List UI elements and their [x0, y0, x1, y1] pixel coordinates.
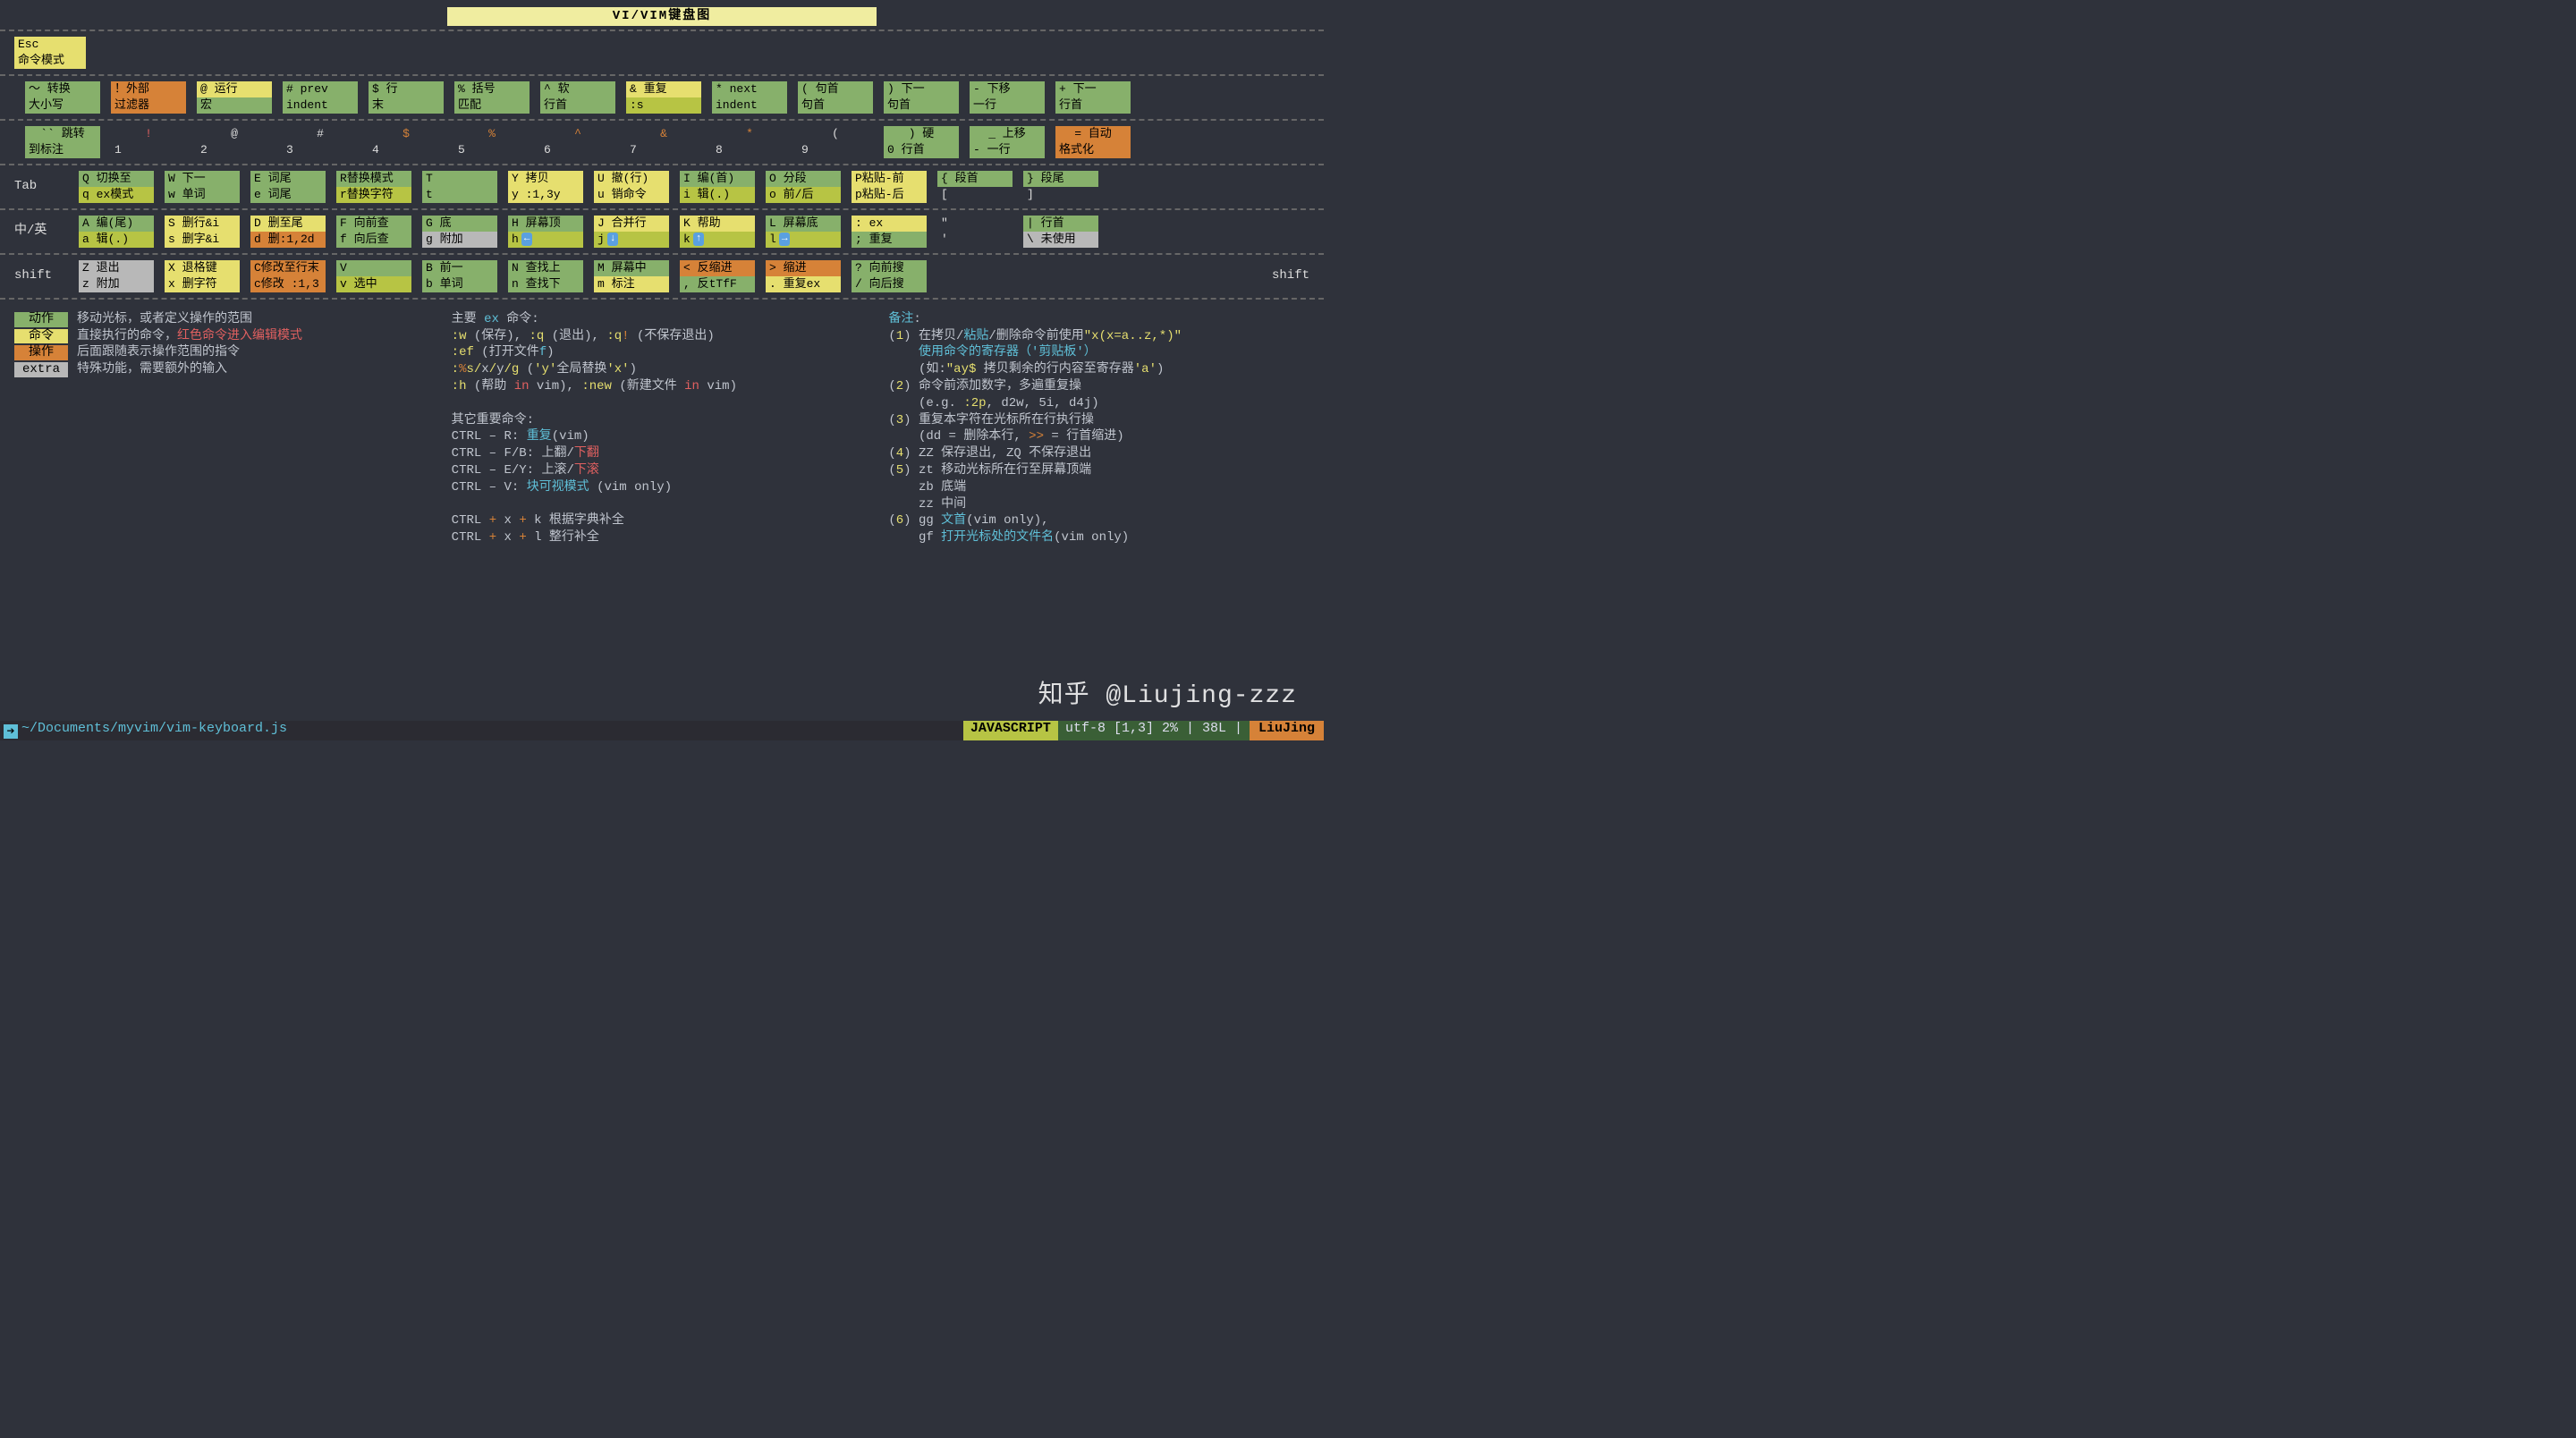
key: X 退格键x 删字符	[165, 260, 240, 292]
key: D 删至尾d 删:1,2d	[250, 216, 326, 248]
key: H 屏幕顶h ←	[508, 216, 583, 248]
key: `` 跳转到标注	[25, 126, 100, 158]
key: W 下一w 单词	[165, 171, 240, 203]
statusbar: ➔ ~/Documents/myvim/vim-keyboard.js JAVA…	[0, 721, 1324, 740]
file-path: ~/Documents/myvim/vim-keyboard.js	[0, 721, 963, 740]
key: Z 退出z 附加	[79, 260, 154, 292]
key: F 向前查f 向后查	[336, 216, 411, 248]
title-banner: VI/VIM键盘图	[447, 7, 877, 26]
legend: 动作移动光标，或者定义操作的范围命令直接执行的命令，红色命令进入编辑模式操作后面…	[0, 303, 1324, 547]
status-user: LiuJing	[1250, 721, 1324, 740]
key: ) 下一句首	[884, 81, 959, 114]
key: + 下一行首	[1055, 81, 1131, 114]
status-info: utf-8 [1,3] 2% | 38L |	[1058, 721, 1250, 740]
key: #3	[283, 126, 358, 158]
key: } 段尾]	[1023, 171, 1098, 203]
key: ^6	[540, 126, 615, 158]
row-label: Tab	[14, 179, 68, 194]
row-label: 中/英	[14, 224, 68, 239]
key: N 查找上n 查找下	[508, 260, 583, 292]
key: @2	[197, 126, 272, 158]
key: Tt	[422, 171, 497, 203]
key: $ 行末	[369, 81, 444, 114]
key: { 段首[	[937, 171, 1013, 203]
key: *8	[712, 126, 787, 158]
key: $4	[369, 126, 444, 158]
watermark: 知乎 @Liujing-zzz	[1038, 681, 1297, 712]
key: M 屏幕中m 标注	[594, 260, 669, 292]
key: # previndent	[283, 81, 358, 114]
key: O 分段o 前/后	[766, 171, 841, 203]
key: > 缩进. 重复ex	[766, 260, 841, 292]
key: B 前一b 单词	[422, 260, 497, 292]
arrow-icon: ➔	[4, 724, 18, 739]
key: % 括号匹配	[454, 81, 530, 114]
key: ? 向前搜/ 向后搜	[852, 260, 927, 292]
key: @ 运行宏	[197, 81, 272, 114]
key: I 编(首)i 辑(.)	[680, 171, 755, 203]
key: %5	[454, 126, 530, 158]
key: ( 句首句首	[798, 81, 873, 114]
key: : ex; 重复	[852, 216, 927, 248]
key: E 词尾e 词尾	[250, 171, 326, 203]
key: - 下移一行	[970, 81, 1045, 114]
key: C修改至行末c修改 :1,3	[250, 260, 326, 292]
key: & 重复:s	[626, 81, 701, 114]
key-esc: Esc 命令模式	[14, 37, 86, 69]
key: K 帮助k ↑	[680, 216, 755, 248]
key: !1	[111, 126, 186, 158]
key: G 底g 附加	[422, 216, 497, 248]
key: | 行首\ 未使用	[1023, 216, 1098, 248]
key: U 撤(行)u 销命令	[594, 171, 669, 203]
key: ^ 软行首	[540, 81, 615, 114]
key: P粘贴-前p粘贴-后	[852, 171, 927, 203]
key: Vv 选中	[336, 260, 411, 292]
key: ～ 转换大小写	[25, 81, 100, 114]
key: &7	[626, 126, 701, 158]
key: L 屏幕底l →	[766, 216, 841, 248]
key: ！外部过滤器	[111, 81, 186, 114]
key: ) 硬0 行首	[884, 126, 959, 158]
key: A 编(尾)a 辑(.)	[79, 216, 154, 248]
key: Y 拷贝y :1,3y	[508, 171, 583, 203]
key: (9	[798, 126, 873, 158]
lang-tag: JAVASCRIPT	[963, 721, 1058, 740]
key: _ 上移- 一行	[970, 126, 1045, 158]
key: = 自动格式化	[1055, 126, 1131, 158]
key: * nextindent	[712, 81, 787, 114]
key: < 反缩进, 反tTfF	[680, 260, 755, 292]
key: S 删行&is 删字&i	[165, 216, 240, 248]
key: "'	[937, 216, 1013, 248]
row-label: shift	[14, 268, 68, 283]
key: R替换模式r替换字符	[336, 171, 411, 203]
key: J 合并行j ↓	[594, 216, 669, 248]
key: Q 切换至q ex模式	[79, 171, 154, 203]
